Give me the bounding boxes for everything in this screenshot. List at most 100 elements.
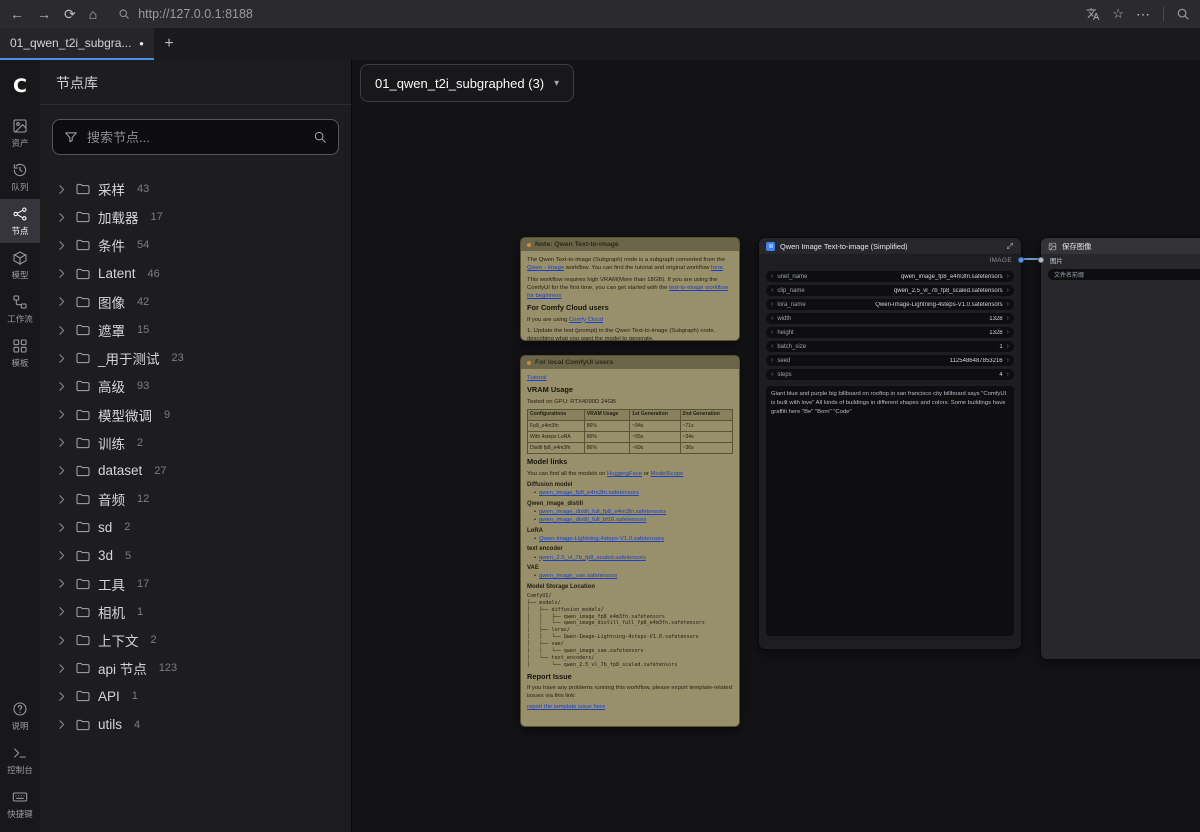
filename-prefix-widget[interactable]: 文件名前缀	[1048, 269, 1200, 280]
chevron-right-icon[interactable]	[55, 380, 68, 393]
chevron-right-icon[interactable]	[55, 436, 68, 449]
note-header[interactable]: Note: Qwen Text-to-image	[521, 238, 739, 251]
model-link[interactable]: qwen_image_vae.safetensors	[534, 572, 733, 580]
widget-row[interactable]: ‹ steps 4 ›	[766, 369, 1014, 380]
chevron-right-icon[interactable]	[55, 605, 68, 618]
tree-folder-row[interactable]: 3d 5	[40, 541, 351, 569]
widget-left-arrow-icon[interactable]: ‹	[771, 371, 773, 378]
chevron-right-icon[interactable]	[55, 662, 68, 675]
address-bar[interactable]: http://127.0.0.1:8188	[118, 7, 1073, 21]
sidebar-item-console[interactable]: 控制台	[0, 738, 40, 782]
model-link[interactable]: qwen_image_distill_full_bf16.safetensors	[534, 516, 733, 524]
qwen-t2i-node[interactable]: Qwen Image Text-to-image (Simplified) IM…	[758, 237, 1022, 650]
output-port-icon[interactable]	[1018, 257, 1024, 263]
widget-right-arrow-icon[interactable]: ›	[1007, 329, 1009, 336]
chevron-right-icon[interactable]	[55, 577, 68, 590]
widget-left-arrow-icon[interactable]: ‹	[771, 329, 773, 336]
input-port-icon[interactable]	[1038, 257, 1044, 263]
tutorial-here-link[interactable]: here	[711, 265, 723, 271]
tutorial-link[interactable]: Tutorial	[527, 375, 546, 381]
back-icon[interactable]: ←	[10, 7, 24, 21]
tree-folder-row[interactable]: sd 2	[40, 513, 351, 541]
sidebar-item-workflows[interactable]: 工作流	[0, 287, 40, 331]
chevron-right-icon[interactable]	[55, 183, 68, 196]
model-link[interactable]: qwen_image_fp8_e4m3fn.safetensors	[534, 489, 733, 497]
save-image-node[interactable]: 保存图像 图片 文件名前缀	[1040, 237, 1200, 660]
sidebar-item-shortcuts[interactable]: 快捷键	[0, 782, 40, 826]
node-search-box[interactable]	[52, 119, 339, 155]
chevron-right-icon[interactable]	[55, 267, 68, 280]
sidebar-item-queue[interactable]: 队列	[0, 155, 40, 199]
chevron-right-icon[interactable]	[55, 295, 68, 308]
widget-left-arrow-icon[interactable]: ‹	[771, 357, 773, 364]
widget-right-arrow-icon[interactable]: ›	[1007, 273, 1009, 280]
modelscope-link[interactable]: ModelScope	[651, 471, 684, 477]
widget-row[interactable]: ‹ height 1328 ›	[766, 327, 1014, 338]
bookmark-star-icon[interactable]: ☆	[1112, 6, 1124, 22]
widget-left-arrow-icon[interactable]: ‹	[771, 343, 773, 350]
comfyui-logo[interactable]: C	[7, 73, 33, 99]
sidebar-item-templates[interactable]: 模板	[0, 331, 40, 375]
chevron-right-icon[interactable]	[55, 408, 68, 421]
note-header[interactable]: For local ComfyUI users	[521, 356, 739, 369]
tree-folder-row[interactable]: 加载器 17	[40, 203, 351, 231]
chevron-right-icon[interactable]	[55, 690, 68, 703]
node-header[interactable]: Qwen Image Text-to-image (Simplified)	[759, 238, 1021, 254]
new-tab-button[interactable]: +	[154, 28, 184, 60]
widget-left-arrow-icon[interactable]: ‹	[771, 287, 773, 294]
qwen-image-link[interactable]: Qwen - Image	[527, 265, 564, 271]
chevron-right-icon[interactable]	[55, 324, 68, 337]
tree-folder-row[interactable]: Latent 46	[40, 260, 351, 288]
widget-left-arrow-icon[interactable]: ‹	[771, 273, 773, 280]
tree-folder-row[interactable]: 模型微调 9	[40, 401, 351, 429]
widget-right-arrow-icon[interactable]: ›	[1007, 371, 1009, 378]
forward-icon[interactable]: →	[37, 7, 51, 21]
widget-row[interactable]: ‹ unet_name qwen_image_fp8_e4m3fn.safete…	[766, 271, 1014, 282]
translate-icon[interactable]	[1086, 7, 1100, 21]
widget-right-arrow-icon[interactable]: ›	[1007, 301, 1009, 308]
chevron-right-icon[interactable]	[55, 549, 68, 562]
widget-row[interactable]: ‹ width 1328 ›	[766, 313, 1014, 324]
widget-left-arrow-icon[interactable]: ‹	[771, 301, 773, 308]
model-link[interactable]: qwen_2.5_vl_7b_fp8_scaled.safetensors	[534, 554, 733, 562]
tree-folder-row[interactable]: 训练 2	[40, 429, 351, 457]
model-link[interactable]: Qwen-Image-Lightning-4steps-V1.0.safeten…	[534, 535, 733, 543]
tree-folder-row[interactable]: 采样 43	[40, 175, 351, 203]
tree-folder-row[interactable]: 高级 93	[40, 372, 351, 400]
chevron-right-icon[interactable]	[55, 239, 68, 252]
filter-funnel-icon[interactable]	[64, 130, 78, 144]
widget-right-arrow-icon[interactable]: ›	[1007, 287, 1009, 294]
chevron-right-icon[interactable]	[55, 634, 68, 647]
tree-folder-row[interactable]: utils 4	[40, 711, 351, 739]
widget-row[interactable]: ‹ lora_name Qwen-Image-Lightning-4steps-…	[766, 299, 1014, 310]
report-issue-link[interactable]: report the template issue here	[527, 704, 605, 710]
huggingface-link[interactable]: HuggingFace	[607, 471, 642, 477]
workflow-selector[interactable]: 01_qwen_t2i_subgraphed (3) ▾	[360, 64, 574, 102]
search-input[interactable]	[87, 130, 304, 145]
tree-folder-row[interactable]: api 节点 123	[40, 654, 351, 682]
widget-right-arrow-icon[interactable]: ›	[1007, 315, 1009, 322]
tree-folder-row[interactable]: API 1	[40, 682, 351, 710]
node-header[interactable]: 保存图像	[1041, 238, 1200, 254]
tree-folder-row[interactable]: _用于测试 23	[40, 344, 351, 372]
tree-folder-row[interactable]: 条件 54	[40, 231, 351, 259]
graph-canvas[interactable]: 01_qwen_t2i_subgraphed (3) ▾ Note: Qwen …	[352, 60, 1200, 832]
tree-folder-row[interactable]: 音频 12	[40, 485, 351, 513]
widget-row[interactable]: ‹ batch_size 1 ›	[766, 341, 1014, 352]
home-icon[interactable]: ⌂	[89, 7, 97, 21]
chevron-right-icon[interactable]	[55, 493, 68, 506]
tree-folder-row[interactable]: dataset 27	[40, 457, 351, 485]
model-link[interactable]: qwen_image_distill_full_fp8_e4m3fn.safet…	[534, 508, 733, 516]
tree-folder-row[interactable]: 图像 42	[40, 288, 351, 316]
browser-tab[interactable]: 01_qwen_t2i_subgra... ●	[0, 28, 154, 60]
chevron-right-icon[interactable]	[55, 352, 68, 365]
widget-right-arrow-icon[interactable]: ›	[1007, 357, 1009, 364]
browser-menu-icon[interactable]: ⋯	[1136, 6, 1151, 23]
widget-row[interactable]: ‹ clip_name qwen_2.5_vl_7b_fp8_scaled.sa…	[766, 285, 1014, 296]
widget-right-arrow-icon[interactable]: ›	[1007, 343, 1009, 350]
tree-folder-row[interactable]: 相机 1	[40, 598, 351, 626]
comfy-cloud-link[interactable]: Comfy Cloud	[569, 317, 603, 323]
widget-left-arrow-icon[interactable]: ‹	[771, 315, 773, 322]
chevron-right-icon[interactable]	[55, 521, 68, 534]
prompt-textarea[interactable]: Giant blue and purple big billboard on r…	[766, 386, 1014, 636]
